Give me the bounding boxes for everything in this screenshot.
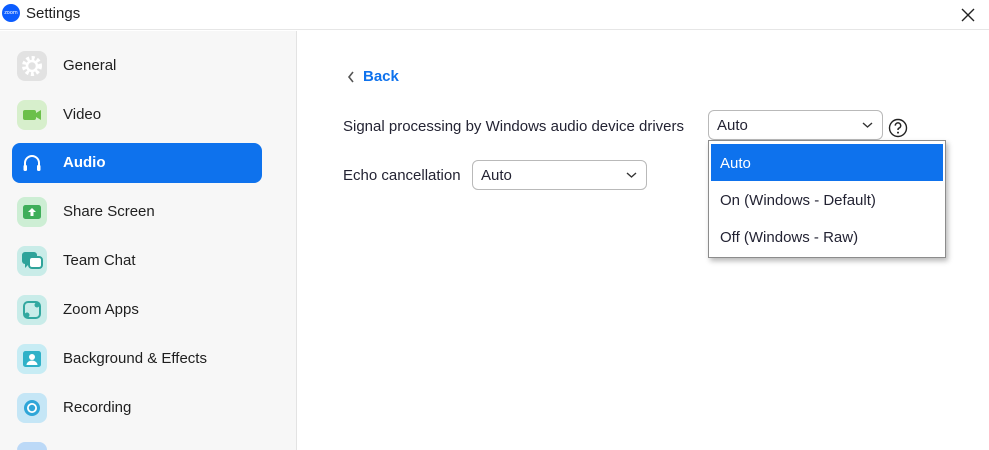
sidebar-item-audio[interactable]: Audio: [12, 143, 262, 183]
sidebar-item-label: Background & Effects: [63, 350, 207, 367]
dropdown-option-on-windows-default[interactable]: On (Windows - Default): [711, 181, 943, 218]
sidebar-item-label: Zoom Apps: [63, 301, 139, 318]
signal-processing-label: Signal processing by Windows audio devic…: [343, 118, 685, 135]
window-title: Settings: [26, 5, 81, 22]
video-camera-icon: [17, 100, 47, 130]
sidebar-item-video[interactable]: Video: [12, 95, 262, 135]
sidebar-item-label: Team Chat: [63, 252, 136, 269]
partial-item-icon: [17, 442, 47, 450]
settings-sidebar: General Video Audio Share Screen Team Ch…: [0, 31, 297, 450]
sidebar-item-recording[interactable]: Recording: [12, 388, 262, 428]
sidebar-item-label: Video: [63, 106, 102, 123]
share-screen-icon: [17, 197, 47, 227]
signal-processing-value: Auto: [717, 117, 748, 134]
dropdown-option-off-windows-raw[interactable]: Off (Windows - Raw): [711, 218, 943, 255]
signal-processing-dropdown-menu: Auto On (Windows - Default) Off (Windows…: [708, 140, 946, 258]
sidebar-item-team-chat[interactable]: Team Chat: [12, 241, 262, 281]
headphones-icon: [17, 148, 47, 178]
signal-processing-select[interactable]: Auto: [708, 110, 883, 140]
close-icon: [961, 8, 975, 22]
chevron-left-icon: [347, 71, 354, 83]
question-mark-icon[interactable]: [888, 118, 908, 138]
background-effects-icon: [17, 344, 47, 374]
sidebar-item-general[interactable]: General: [12, 46, 262, 86]
title-bar: zoom Settings: [0, 0, 989, 30]
close-button[interactable]: [955, 2, 981, 28]
sidebar-item-zoom-apps[interactable]: Zoom Apps: [12, 290, 262, 330]
back-label: Back: [363, 68, 399, 85]
sidebar-item-share-screen[interactable]: Share Screen: [12, 192, 262, 232]
sidebar-item-label: Audio: [63, 154, 106, 171]
sidebar-item-background-effects[interactable]: Background & Effects: [12, 339, 262, 379]
zoom-apps-icon: [17, 295, 47, 325]
chevron-down-icon: [626, 172, 637, 178]
sidebar-item-label: General: [63, 57, 117, 74]
sidebar-item-partial[interactable]: [12, 437, 262, 450]
record-icon: [17, 393, 47, 423]
zoom-logo-icon: zoom: [2, 4, 20, 22]
chevron-down-icon: [862, 122, 873, 128]
sidebar-item-label: Recording: [63, 399, 132, 416]
echo-cancellation-value: Auto: [481, 167, 512, 184]
sidebar-item-label: Share Screen: [63, 203, 155, 220]
chat-bubble-icon: [17, 246, 47, 276]
echo-cancellation-label: Echo cancellation: [343, 167, 461, 184]
dropdown-option-auto[interactable]: Auto: [711, 144, 943, 181]
gear-icon: [17, 51, 47, 81]
echo-cancellation-select[interactable]: Auto: [472, 160, 647, 190]
